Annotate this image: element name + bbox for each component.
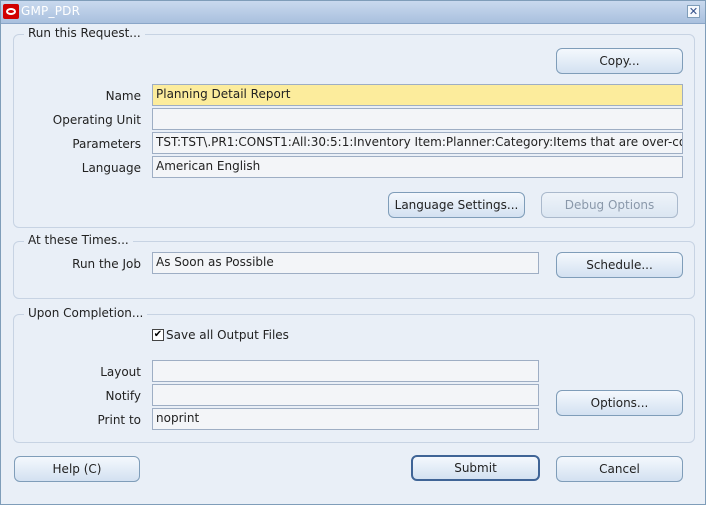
parameters-field[interactable]: TST:TST\.PR1:CONST1:All:30:5:1:Inventory… [152,132,683,154]
parameters-label: Parameters [72,137,141,151]
at-these-times-title: At these Times... [24,233,133,247]
save-output-checkbox[interactable]: ✔ [152,329,164,341]
schedule-button[interactable]: Schedule... [556,252,683,278]
submit-button[interactable]: Submit [411,455,540,481]
oracle-app-icon [3,4,19,19]
language-settings-button[interactable]: Language Settings... [388,192,525,218]
close-icon[interactable]: ✕ [687,5,700,18]
cancel-button[interactable]: Cancel [556,456,683,482]
debug-options-button[interactable]: Debug Options [541,192,678,218]
language-label: Language [81,161,141,175]
save-output-label: Save all Output Files [166,328,289,342]
language-field[interactable]: American English [152,156,683,178]
operating-unit-label: Operating Unit [52,113,141,127]
layout-label: Layout [100,365,141,379]
notify-label: Notify [105,389,141,403]
print-to-label: Print to [97,413,141,427]
title-bar: GMP_PDR ✕ [1,1,705,24]
run-job-field[interactable]: As Soon as Possible [152,252,539,274]
name-field[interactable]: Planning Detail Report [152,84,683,106]
help-button[interactable]: Help (C) [14,456,140,482]
run-request-title: Run this Request... [24,26,145,40]
name-label: Name [105,89,141,103]
run-job-label: Run the Job [72,257,141,271]
layout-field[interactable] [152,360,539,382]
operating-unit-field[interactable] [152,108,683,130]
request-window: GMP_PDR ✕ Run this Request... Copy... Na… [0,0,706,505]
print-to-field[interactable]: noprint [152,408,539,430]
copy-button[interactable]: Copy... [556,48,683,74]
upon-completion-title: Upon Completion... [24,306,148,320]
notify-field[interactable] [152,384,539,406]
options-button[interactable]: Options... [556,390,683,416]
window-title: GMP_PDR [21,4,81,18]
